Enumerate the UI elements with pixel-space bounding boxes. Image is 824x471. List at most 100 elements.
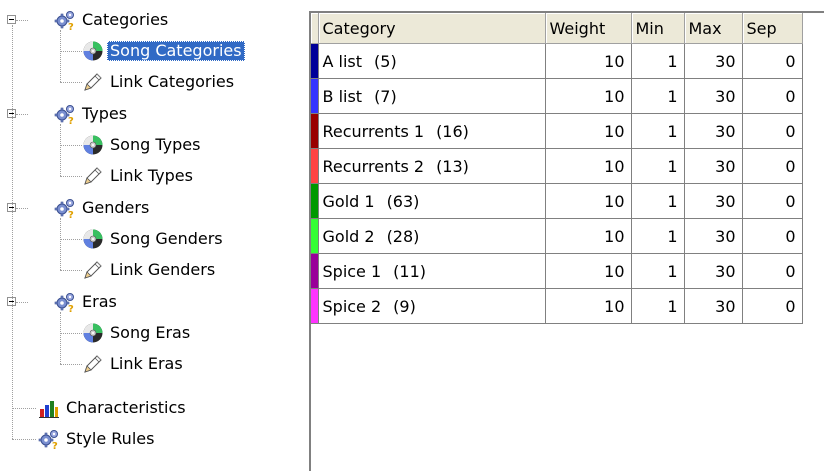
sep-cell[interactable]: 0 <box>742 218 803 254</box>
svg-text:?: ? <box>68 22 74 31</box>
category-grid: Category Weight Min Max Sep A list (5) 10 1… <box>309 11 824 471</box>
table-row[interactable]: Spice 2 (9) 10 1 30 0 <box>311 288 803 324</box>
category-cell[interactable]: Spice 2 (9) <box>318 288 546 324</box>
sep-cell[interactable]: 0 <box>742 113 803 149</box>
category-cell[interactable]: Recurrents 2 (13) <box>318 148 546 184</box>
category-name: B list <box>322 86 363 106</box>
tree-item-link-types[interactable]: Link Types <box>82 164 196 188</box>
tree-connector <box>16 114 28 115</box>
tree-item-characteristics[interactable]: Characteristics <box>38 396 189 420</box>
category-cell[interactable]: Gold 1 (63) <box>318 183 546 219</box>
table-row[interactable]: Recurrents 2 (13) 10 1 30 0 <box>311 148 803 184</box>
tree-connector <box>60 218 61 270</box>
min-cell[interactable]: 1 <box>631 113 685 149</box>
tree-item-label: Style Rules <box>66 429 155 448</box>
category-cell[interactable]: Spice 1 (11) <box>318 253 546 289</box>
tree-connector <box>12 25 13 439</box>
tree-group-types[interactable]: ? Types <box>54 102 130 126</box>
svg-text:?: ? <box>68 210 74 219</box>
collapse-toggle-icon[interactable] <box>7 15 16 24</box>
tree-item-song-categories[interactable]: Song Categories <box>82 39 245 63</box>
tree-group-categories[interactable]: ? Categories <box>54 8 171 32</box>
pencil-icon <box>82 353 104 375</box>
tree-item-label: Categories <box>82 10 169 29</box>
category-cell[interactable]: Recurrents 1 (16) <box>318 113 546 149</box>
max-cell[interactable]: 30 <box>684 253 743 289</box>
column-header-max[interactable]: Max <box>684 13 743 44</box>
min-cell[interactable]: 1 <box>631 183 685 219</box>
tree-group-genders[interactable]: ? Genders <box>54 196 152 220</box>
category-name: Spice 2 <box>322 296 382 316</box>
tree-item-label: Link Categories <box>110 72 235 91</box>
tree-item-label: Link Genders <box>110 260 216 279</box>
column-header-category[interactable]: Category <box>318 13 546 44</box>
table-row[interactable]: B list (7) 10 1 30 0 <box>311 78 803 114</box>
weight-cell[interactable]: 10 <box>545 183 632 219</box>
weight-cell[interactable]: 10 <box>545 253 632 289</box>
table-row[interactable]: Recurrents 1 (16) 10 1 30 0 <box>311 113 803 149</box>
category-cell[interactable]: B list (7) <box>318 78 546 114</box>
tree-connector <box>60 51 82 52</box>
weight-cell[interactable]: 10 <box>545 288 632 324</box>
tree-item-song-types[interactable]: Song Types <box>82 133 203 157</box>
weight-cell[interactable]: 10 <box>545 43 632 79</box>
tree-item-label: Link Types <box>110 166 193 185</box>
svg-text:?: ? <box>68 304 74 313</box>
tree-connector <box>60 82 82 83</box>
tree-item-link-categories[interactable]: Link Categories <box>82 70 237 94</box>
tree-connector <box>12 408 36 409</box>
sep-cell[interactable]: 0 <box>742 253 803 289</box>
min-cell[interactable]: 1 <box>631 43 685 79</box>
sep-cell[interactable]: 0 <box>742 78 803 114</box>
column-header-weight[interactable]: Weight <box>545 13 632 44</box>
max-cell[interactable]: 30 <box>684 78 743 114</box>
weight-cell[interactable]: 10 <box>545 78 632 114</box>
gears-icon: ? <box>54 9 76 31</box>
tree-item-label: Link Eras <box>110 354 183 373</box>
column-header-min[interactable]: Min <box>631 13 685 44</box>
tree-item-link-eras[interactable]: Link Eras <box>82 352 186 376</box>
max-cell[interactable]: 30 <box>684 218 743 254</box>
column-header-sep[interactable]: Sep <box>742 13 803 44</box>
tree-connector <box>60 124 61 176</box>
max-cell[interactable]: 30 <box>684 183 743 219</box>
tree-item-style-rules[interactable]: ? Style Rules <box>38 427 157 451</box>
category-count: (7) <box>374 86 397 106</box>
min-cell[interactable]: 1 <box>631 78 685 114</box>
weight-cell[interactable]: 10 <box>545 218 632 254</box>
table-row[interactable]: A list (5) 10 1 30 0 <box>311 43 803 79</box>
category-count: (28) <box>386 226 420 246</box>
cd-icon <box>82 228 104 250</box>
min-cell[interactable]: 1 <box>631 148 685 184</box>
tree-group-eras[interactable]: ? Eras <box>54 290 120 314</box>
tree-item-link-genders[interactable]: Link Genders <box>82 258 218 282</box>
category-cell[interactable]: A list (5) <box>318 43 546 79</box>
min-cell[interactable]: 1 <box>631 218 685 254</box>
sep-cell[interactable]: 0 <box>742 288 803 324</box>
category-count: (13) <box>436 156 469 176</box>
tree-item-song-eras[interactable]: Song Eras <box>82 321 193 345</box>
sep-cell[interactable]: 0 <box>742 183 803 219</box>
tree-item-label: Genders <box>82 198 150 217</box>
tree-item-song-genders[interactable]: Song Genders <box>82 227 226 251</box>
gears-icon: ? <box>38 428 60 450</box>
table-row[interactable]: Gold 1 (63) 10 1 30 0 <box>311 183 803 219</box>
svg-text:?: ? <box>68 116 74 125</box>
max-cell[interactable]: 30 <box>684 113 743 149</box>
tree-connector <box>60 145 82 146</box>
table-row[interactable]: Gold 2 (28) 10 1 30 0 <box>311 218 803 254</box>
max-cell[interactable]: 30 <box>684 148 743 184</box>
weight-cell[interactable]: 10 <box>545 148 632 184</box>
tree-view: ? Categories Song Categories Link Categorie… <box>0 0 300 463</box>
category-name: Spice 1 <box>322 261 382 281</box>
max-cell[interactable]: 30 <box>684 43 743 79</box>
category-cell[interactable]: Gold 2 (28) <box>318 218 546 254</box>
table-row[interactable]: Spice 1 (11) 10 1 30 0 <box>311 253 803 289</box>
weight-cell[interactable]: 10 <box>545 113 632 149</box>
min-cell[interactable]: 1 <box>631 288 685 324</box>
max-cell[interactable]: 30 <box>684 288 743 324</box>
sep-cell[interactable]: 0 <box>742 43 803 79</box>
min-cell[interactable]: 1 <box>631 253 685 289</box>
sep-cell[interactable]: 0 <box>742 148 803 184</box>
tree-item-label: Eras <box>82 292 117 311</box>
